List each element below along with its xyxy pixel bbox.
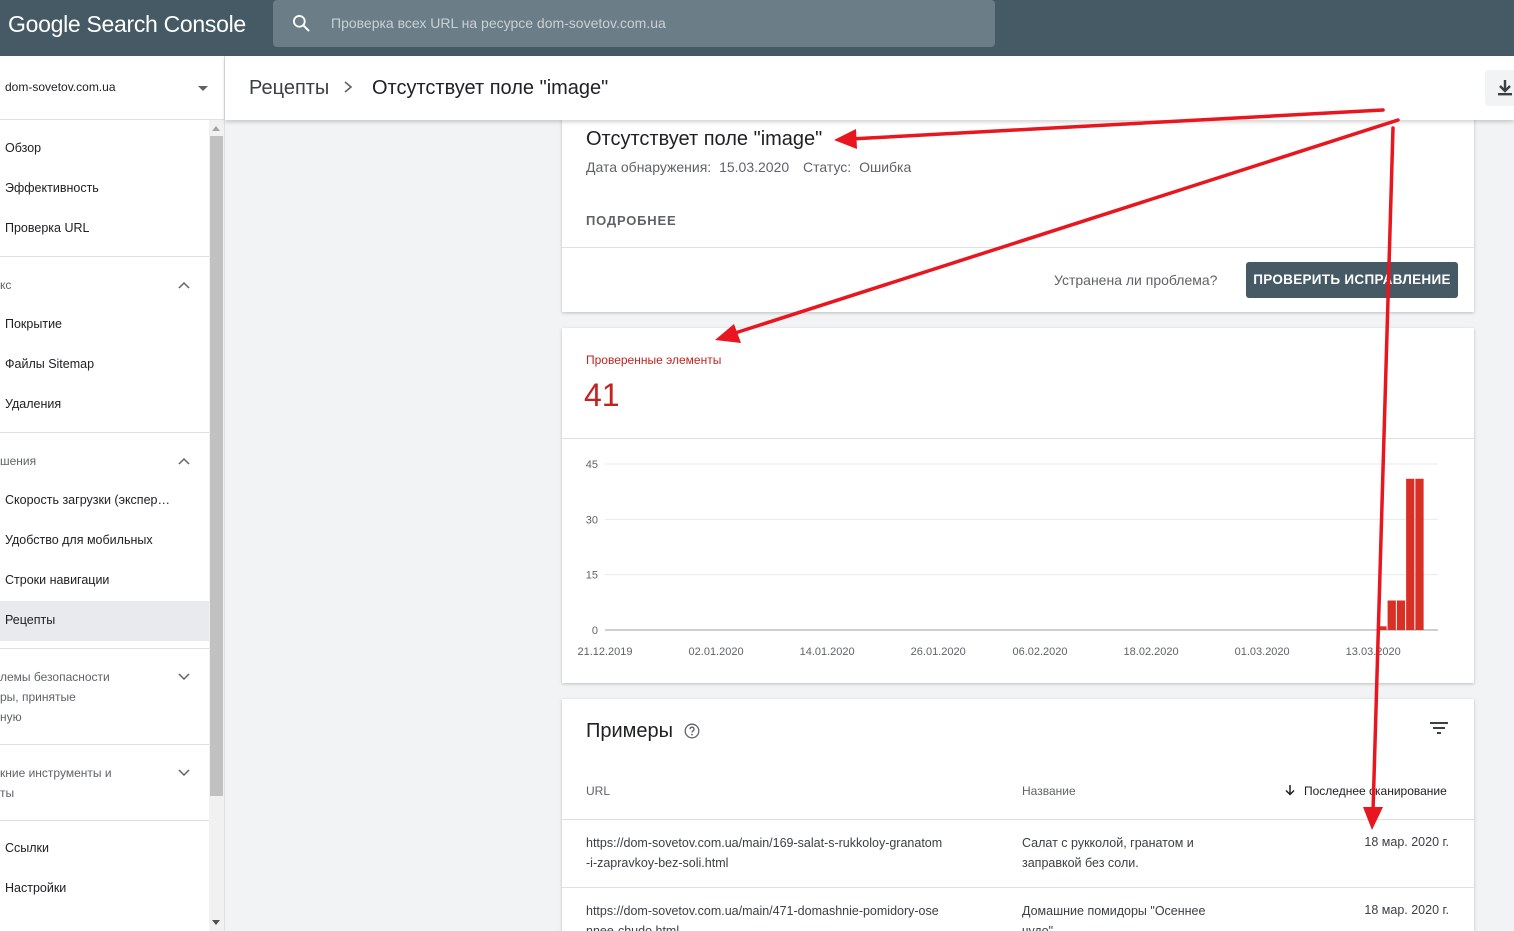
property-selector[interactable]: dom-sovetov.com.ua [0,56,224,120]
checked-items-value: 41 [584,377,620,413]
detected-date: 15.03.2020 [719,159,790,175]
nav-performance[interactable]: Эффективность [5,181,99,195]
export-button[interactable] [1485,70,1514,106]
row-name-line1: Домашние помидоры "Осеннее [1022,904,1206,918]
sidebar-scrollbar-thumb[interactable] [210,136,223,796]
nav-url-inspection[interactable]: Проверка URL [5,221,89,235]
download-icon [1498,80,1512,96]
scroll-down-arrow-icon[interactable] [212,920,220,925]
chart-x-tick-label: 01.03.2020 [1235,646,1290,658]
chart-bar [1387,600,1396,630]
property-name: dom-sovetov.com.ua [5,80,116,94]
detected-label: Дата обнаружения: [586,159,712,175]
chart-x-tick-label: 21.12.2019 [577,646,632,658]
row-name-line1: Салат с рукколой, гранатом и [1022,836,1194,850]
column-header-last-crawl[interactable]: Последнее сканирование [1304,784,1447,798]
top-app-bar: Google Search Console Проверка всех URL … [0,0,1514,56]
chevron-down-icon[interactable] [178,769,190,777]
chart-bar [1406,478,1415,630]
nav-divider [0,432,209,433]
section-enhancements[interactable]: шения [0,454,36,468]
column-header-name[interactable]: Название [1022,784,1076,798]
filter-icon[interactable] [1430,721,1448,735]
chart-x-tick-label: 13.03.2020 [1346,646,1401,658]
row-name-line2: заправкой без соли. [1022,856,1139,870]
chart-bar [1415,478,1424,630]
chevron-right-icon [344,81,353,93]
search-placeholder: Проверка всех URL на ресурсе dom-sovetov… [331,15,666,31]
items-chart: 45 30 15 0 21.12.2019 02.01.2020 14.01.2020 26.… [577,459,1438,658]
breadcrumb-current: Отсутствует поле "image" [372,77,609,99]
sort-arrow-down-icon[interactable] [1284,784,1296,796]
issue-title: Отсутствует поле "image" [586,128,823,150]
issue-card: Отсутствует поле "image" Дата обнаружени… [562,110,1474,312]
section-security-line3: ную [0,710,22,724]
nav-overview[interactable]: Обзор [5,141,41,155]
learn-more-link[interactable]: ПОДРОБНЕЕ [586,213,676,228]
chevron-up-icon[interactable] [178,457,190,465]
card-divider [562,247,1474,248]
page-header: Рецепты Отсутствует поле "image" [225,56,1514,120]
breadcrumb-parent[interactable]: Рецепты [249,77,329,100]
validate-fix-button[interactable]: ПРОВЕРИТЬ ИСПРАВЛЕНИЕ [1246,262,1458,298]
chart-y-tick-label: 0 [592,625,598,637]
row-url-line1: https://dom-sovetov.com.ua/main/169-sala… [586,836,943,850]
chevron-up-icon[interactable] [178,281,190,289]
section-security-line2: ры, принятые [0,690,76,704]
scroll-up-arrow-icon[interactable] [212,126,220,131]
dropdown-caret-icon [198,86,208,91]
section-legacy-line1[interactable]: кние инструменты и [0,766,112,780]
examples-card: Примеры URL Название Последнее сканирова… [562,699,1474,931]
row-url-line2: nnee-chudo.html [586,924,680,931]
issue-meta: Дата обнаружения: 15.03.2020 Статус: Оши… [586,159,915,175]
chart-x-tick-label: 14.01.2020 [800,646,855,658]
nav-sitemaps[interactable]: Файлы Sitemap [5,357,94,371]
row-url-line1: https://dom-sovetov.com.ua/main/471-doma… [586,904,939,918]
table-divider [562,887,1474,888]
status-value: Ошибка [859,159,912,175]
nav-recipes[interactable]: Рецепты [5,613,55,627]
section-index[interactable]: кс [0,278,11,292]
chart-x-tick-label: 26.01.2020 [911,646,966,658]
row-name-line2: чудо" [1022,924,1054,931]
nav-coverage[interactable]: Покрытие [5,317,62,331]
nav-speed[interactable]: Скорость загрузки (экспер… [5,493,170,507]
nav-breadcrumbs[interactable]: Строки навигации [5,573,109,587]
chart-y-tick-label: 45 [586,459,598,471]
chevron-down-icon[interactable] [178,673,190,681]
sidebar: dom-sovetov.com.ua Обзор Эффективность П… [0,56,225,931]
chart-y-tick-label: 30 [586,514,598,526]
chart-x-tick-label: 06.02.2020 [1012,646,1067,658]
chart-x-tick-label: 18.02.2020 [1124,646,1179,658]
chart-x-tick-label: 02.01.2020 [689,646,744,658]
section-security-line1[interactable]: лемы безопасности [0,670,110,684]
nav-divider [0,648,209,649]
column-header-url[interactable]: URL [586,784,610,798]
row-date: 18 мар. 2020 г. [1364,903,1449,917]
status-label: Статус: [803,159,852,175]
search-icon [293,15,310,32]
chart-y-tick-label: 15 [586,570,598,582]
nav-divider [0,744,209,745]
nav-mobile-usability[interactable]: Удобство для мобильных [5,533,153,547]
checked-items-card: Проверенные элементы 41 45 30 15 0 21.12.201… [562,328,1474,683]
nav-divider [0,256,209,257]
row-date: 18 мар. 2020 г. [1364,835,1449,849]
chart-bar [1378,626,1387,630]
nav-settings[interactable]: Настройки [5,881,66,895]
nav-divider [0,820,209,821]
table-divider [562,819,1474,820]
chart-bar [1396,600,1406,630]
section-legacy-line2: ты [0,786,15,800]
fixed-question: Устранена ли проблема? [1054,272,1218,288]
nav-removals[interactable]: Удаления [5,397,61,411]
checked-items-label: Проверенные элементы [586,353,722,367]
app-logo[interactable]: Google Search Console [8,11,246,38]
url-inspection-search[interactable]: Проверка всех URL на ресурсе dom-sovetov… [273,0,995,47]
examples-title: Примеры [586,720,674,742]
help-icon[interactable] [684,723,700,739]
row-url-line2: -i-zapravkoy-bez-soli.html [586,856,729,870]
nav-links[interactable]: Ссылки [5,841,49,855]
